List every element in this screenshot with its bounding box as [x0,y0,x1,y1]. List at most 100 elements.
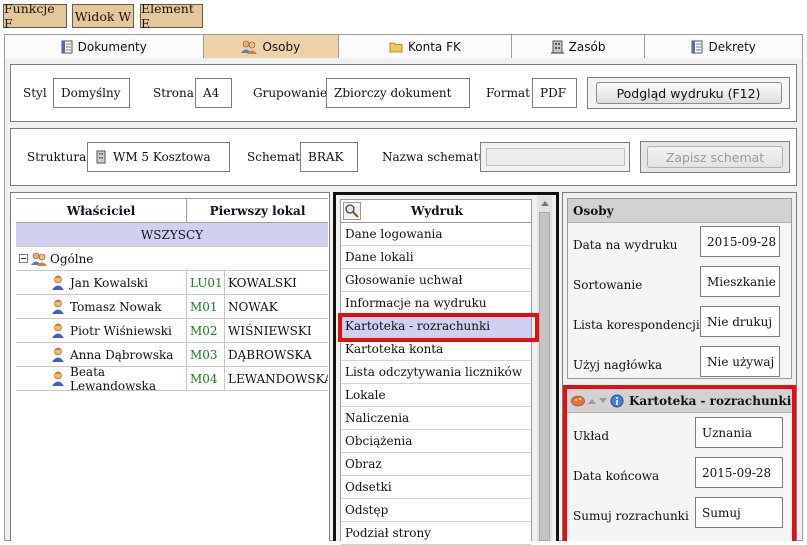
property-label: Użyj nagłówka [573,358,663,372]
tab-label: Dokumenty [77,39,147,54]
print-list-header-label: Wydruk [411,204,463,218]
lokal-code: M04 [186,367,224,390]
print-list-item[interactable]: Obraz [341,453,531,476]
tab-konta-fk[interactable]: Konta FK [339,35,512,58]
print-list-item[interactable]: Lokale [341,384,531,407]
tab-label: Konta FK [408,39,461,54]
nazwa-schematu-input[interactable] [485,148,625,166]
lokal-code: M02 [186,319,224,342]
owner-name: Beata Lewandowska [70,364,156,393]
building-icon [95,150,107,164]
people-icon [31,252,47,266]
tab-osoby[interactable]: Osoby [203,35,340,58]
property-value-field[interactable]: Mieszkanie [700,266,780,297]
print-list-item[interactable]: Odstęp [341,499,531,522]
menu-funkcje-button[interactable]: Funkcje F [3,1,67,31]
print-list-scrollbar[interactable] [537,196,552,541]
print-list-item[interactable]: Lista odczytywania liczników [341,361,531,384]
format-field[interactable]: PDF [532,78,577,108]
print-list-item[interactable]: Odsetki [341,476,531,499]
struktura-value: WM 5 Kosztowa [113,150,211,164]
column-header-pierwszy-lokal[interactable]: Pierwszy lokal [186,199,328,222]
owner-name: Jan Kowalski [70,275,148,290]
tab-dekrety[interactable]: Dekrety [645,35,802,58]
table-row[interactable]: Anna Dąbrowska M03 DĄBROWSKA [16,343,328,367]
print-list-item[interactable]: Dane logowania [341,223,531,246]
scroll-thumb[interactable] [539,212,550,541]
document-icon [691,40,703,54]
tab-dokumenty[interactable]: Dokumenty [5,35,204,58]
print-list-item[interactable]: Informacje na wydruku [341,292,531,315]
owner-name: Anna Dąbrowska [70,347,174,362]
tab-bar: Dokumenty Osoby Konta FK Zasób Dekrety [4,34,803,58]
collapse-icon[interactable] [19,254,28,263]
print-settings-panel: Styl Domyślny Strona A4 Grupowanie Zbior… [10,64,797,122]
column-header-wlasciciel[interactable]: Właściciel [16,204,186,218]
tab-label: Osoby [262,39,301,54]
lokal-name: LEWANDOWSKA [224,367,328,390]
tab-label: Zasób [568,39,606,54]
save-schema-frame: Zapisz schemat [640,141,790,173]
tab-zasob[interactable]: Zasób [512,35,646,58]
save-schema-button[interactable]: Zapisz schemat [647,146,783,168]
preview-button-frame: Podgląd wydruku (F12) [587,77,790,109]
table-row[interactable]: Piotr Wiśniewski M02 WIŚNIEWSKI [16,319,328,343]
all-owners-label: WSZYSCY [140,227,204,242]
styl-field[interactable]: Domyślny [53,78,130,108]
table-row[interactable]: Tomasz Nowak M01 NOWAK [16,295,328,319]
print-list-item[interactable]: Obciążenia [341,430,531,453]
person-icon [51,299,65,314]
print-list-header: Wydruk [341,200,531,223]
strona-field[interactable]: A4 [195,78,232,108]
menu-element-button[interactable]: Element E [140,1,203,31]
selected-item-highlight [338,313,539,342]
owner-name: Piotr Wiśniewski [70,323,172,338]
group-row[interactable]: Ogólne [16,247,328,271]
all-owners-row[interactable]: WSZYSCY [16,223,328,247]
folder-icon [389,41,403,53]
owner-cell: Piotr Wiśniewski [16,323,186,338]
person-icon [51,371,65,386]
format-label: Format [486,86,530,100]
property-label: Data na wydruku [573,238,678,252]
print-list-item[interactable]: Dane lokali [341,246,531,269]
nazwa-schematu-frame [480,142,630,172]
search-icon[interactable] [343,202,361,220]
document-icon [61,40,73,54]
lokal-name: KOWALSKI [224,271,328,294]
nazwa-schematu-label: Nazwa schematu [382,150,487,164]
property-value-field[interactable]: Nie drukuj [700,306,780,337]
struktura-label: Struktura [27,150,87,164]
lokal-code: LU01 [186,271,224,294]
print-list: Wydruk Dane logowania Dane lokali Głosowan… [340,199,532,545]
person-icon [51,275,65,290]
table-row[interactable]: Beata Lewandowska M04 LEWANDOWSKA [16,365,328,393]
building-icon [550,40,564,54]
person-icon [51,347,65,362]
menu-widok-button[interactable]: Widok W [72,4,134,28]
schemat-field[interactable]: BRAK [300,142,358,172]
lokal-name: DĄBROWSKA [224,343,328,366]
grupowanie-field[interactable]: Zbiorczy dokument [326,78,470,108]
scroll-up-arrow-icon[interactable] [537,196,552,211]
property-value-field[interactable]: Nie używaj [700,346,780,377]
person-icon [51,323,65,338]
owner-cell: Tomasz Nowak [16,299,186,314]
group-label: Ogólne [50,251,94,266]
tab-label: Dekrety [708,39,756,54]
print-preview-button[interactable]: Podgląd wydruku (F12) [595,82,782,104]
owner-cell: Beata Lewandowska [16,365,186,393]
struktura-field[interactable]: WM 5 Kosztowa [87,142,230,172]
print-list-item[interactable]: Naliczenia [341,407,531,430]
schema-settings-panel: Struktura WM 5 Kosztowa Schemat BRAK Naz… [10,128,797,186]
print-list-item[interactable]: Podział strony [341,522,531,545]
print-list-item[interactable]: Głosowanie uchwał [341,269,531,292]
owners-header-row: Właściciel Pierwszy lokal [16,198,328,223]
property-label: Lista korespondencji [573,318,700,332]
osoby-section-title: Osoby [568,199,791,223]
table-row[interactable]: Jan Kowalski LU01 KOWALSKI [16,271,328,295]
property-value-field[interactable]: 2015-09-28 [700,226,780,257]
lokal-code: M01 [186,295,224,318]
grupowanie-label: Grupowanie [253,86,328,100]
lokal-name: WIŚNIEWSKI [224,319,328,342]
